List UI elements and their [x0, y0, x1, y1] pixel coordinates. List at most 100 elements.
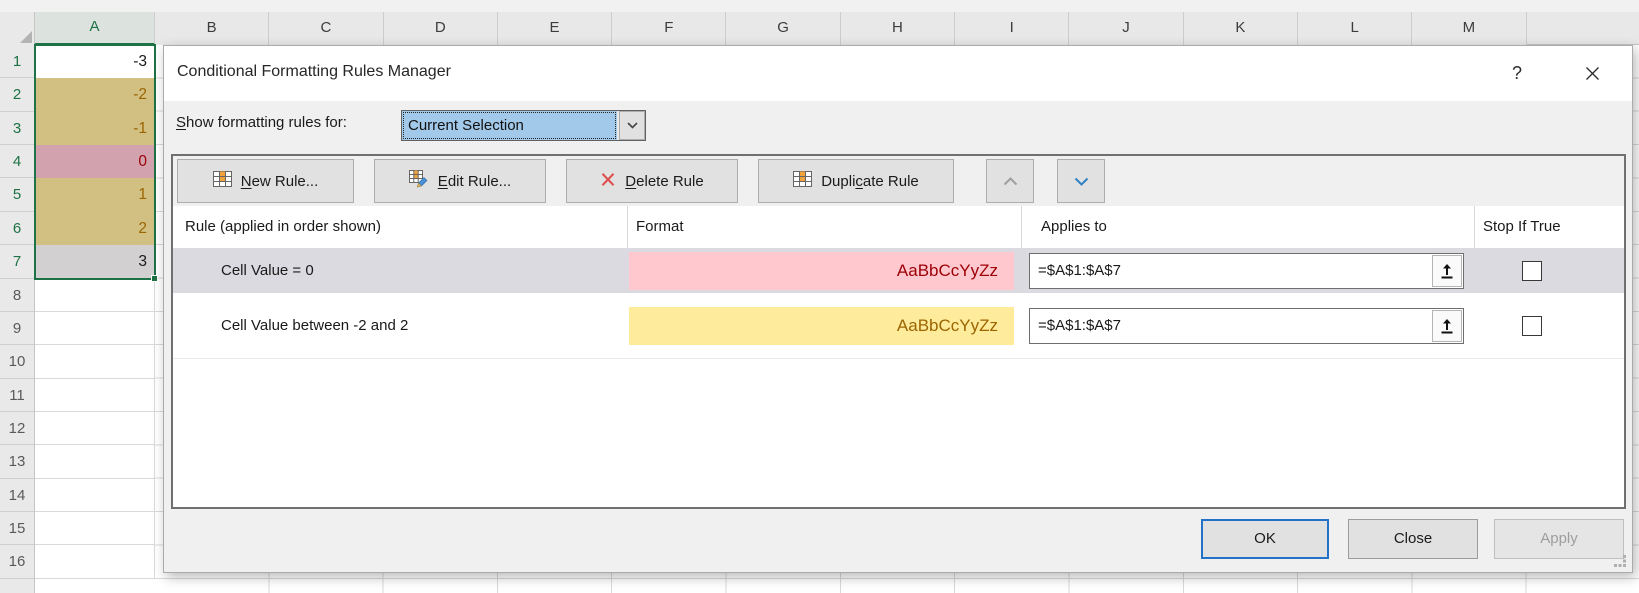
column-header-M[interactable]: M [1412, 12, 1526, 45]
cell-A15[interactable] [35, 512, 154, 545]
show-rules-for-label: Show formatting rules for: [176, 114, 347, 131]
list-header-1: Rule (applied in order shown) [173, 206, 627, 248]
delete-rule-label: Delete Rule [625, 173, 703, 190]
column-a-cells: -3-2-10123 [35, 45, 155, 579]
resize-grip[interactable] [1614, 555, 1627, 568]
cf-rules-manager-dialog: Conditional Formatting Rules Manager ? S… [163, 45, 1633, 573]
column-headers: ABCDEFGHIJKLM [0, 12, 1639, 45]
range-picker-icon[interactable] [1432, 310, 1462, 342]
column-header-H[interactable]: H [841, 12, 955, 45]
cell-A13[interactable] [35, 445, 154, 478]
row-header-16[interactable]: 16 [0, 545, 34, 578]
duplicate-rule-label: Duplicate Rule [821, 173, 919, 190]
scope-dropdown-value[interactable]: Current Selection [402, 111, 617, 140]
column-header-L[interactable]: L [1298, 12, 1412, 45]
ok-button[interactable]: OK [1201, 519, 1329, 559]
row-header-14[interactable]: 14 [0, 479, 34, 512]
cell-A2[interactable]: -2 [35, 78, 154, 111]
dialog-titlebar[interactable]: Conditional Formatting Rules Manager ? [164, 46, 1632, 101]
cell-A16[interactable] [35, 545, 154, 578]
column-header-C[interactable]: C [269, 12, 383, 45]
grid-edit-icon [409, 170, 429, 192]
column-header-F[interactable]: F [612, 12, 726, 45]
row-header-1[interactable]: 1 [0, 45, 34, 78]
cell-A4[interactable]: 0 [35, 145, 154, 178]
column-header-K[interactable]: K [1184, 12, 1298, 45]
edit-rule-button[interactable]: Edit Rule... [374, 159, 546, 203]
rule-description: Cell Value between -2 and 2 [173, 317, 627, 334]
row-header-13[interactable]: 13 [0, 445, 34, 478]
rules-list: Rule (applied in order shown)FormatAppli… [173, 206, 1624, 507]
grid-icon [793, 171, 812, 191]
row-header-11[interactable]: 11 [0, 379, 34, 412]
applies-to-input[interactable] [1029, 253, 1464, 289]
duplicate-rule-button[interactable]: Duplicate Rule [758, 159, 954, 203]
cell-A3[interactable]: -1 [35, 112, 154, 145]
cell-A7[interactable]: 3 [35, 245, 154, 278]
row-header-2[interactable]: 2 [0, 78, 34, 111]
row-headers: 12345678910111213141516 [0, 45, 35, 593]
list-header-3: Applies to [1021, 206, 1474, 248]
row-header-12[interactable]: 12 [0, 412, 34, 445]
grid-icon [213, 171, 232, 191]
chevron-down-icon[interactable] [619, 111, 645, 140]
dialog-title: Conditional Formatting Rules Manager [177, 63, 451, 81]
chevron-down-icon [1074, 173, 1089, 190]
row-header-7[interactable]: 7 [0, 245, 34, 278]
row-header-15[interactable]: 15 [0, 512, 34, 545]
column-header-D[interactable]: D [384, 12, 498, 45]
cell-A5[interactable]: 1 [35, 178, 154, 211]
help-icon[interactable]: ? [1504, 60, 1530, 86]
range-picker-icon[interactable] [1432, 255, 1462, 287]
rules-toolbar: New Rule... Edit Rule... Delete Rule Duplic… [173, 156, 1624, 206]
format-preview: AaBbCcYyZz [629, 252, 1014, 290]
column-header-A[interactable]: A [35, 12, 155, 45]
rules-list-box: New Rule... Edit Rule... Delete Rule Duplic… [171, 154, 1626, 509]
cell-A6[interactable]: 2 [35, 212, 154, 245]
rule-row[interactable]: Cell Value = 0AaBbCcYyZz [173, 248, 1624, 293]
row-header-4[interactable]: 4 [0, 145, 34, 178]
select-all-triangle [20, 31, 32, 43]
stop-if-true-checkbox[interactable] [1522, 261, 1542, 281]
formula-bar-edge [0, 0, 1639, 12]
format-preview: AaBbCcYyZz [629, 307, 1014, 345]
red-x-icon [600, 172, 616, 191]
cell-A9[interactable] [35, 312, 154, 345]
rule-row[interactable]: Cell Value between -2 and 2AaBbCcYyZz [173, 303, 1624, 348]
move-up-button[interactable] [986, 159, 1034, 203]
row-header-10[interactable]: 10 [0, 345, 34, 378]
cell-A8[interactable] [35, 279, 154, 312]
cell-A12[interactable] [35, 412, 154, 445]
applies-to-input[interactable] [1029, 308, 1464, 344]
new-rule-button[interactable]: New Rule... [177, 159, 354, 203]
delete-rule-button[interactable]: Delete Rule [566, 159, 738, 203]
cell-A10[interactable] [35, 345, 154, 378]
excel-window: ABCDEFGHIJKLM 12345678910111213141516 -3… [0, 0, 1639, 593]
row-header-3[interactable]: 3 [0, 112, 34, 145]
row-header-9[interactable]: 9 [0, 312, 34, 345]
row-header-5[interactable]: 5 [0, 178, 34, 211]
close-icon[interactable] [1578, 60, 1606, 86]
select-all-corner[interactable] [0, 12, 35, 45]
list-header-2: Format [627, 206, 1021, 248]
row-header-6[interactable]: 6 [0, 212, 34, 245]
column-header-G[interactable]: G [726, 12, 840, 45]
edit-rule-label: Edit Rule... [438, 173, 511, 190]
scope-dropdown[interactable]: Current Selection [401, 110, 646, 141]
cell-A14[interactable] [35, 479, 154, 512]
rule-description: Cell Value = 0 [173, 262, 627, 279]
cell-A1[interactable]: -3 [35, 45, 154, 78]
new-rule-label: New Rule... [241, 173, 319, 190]
column-header-I[interactable]: I [955, 12, 1069, 45]
column-header-B[interactable]: B [155, 12, 269, 45]
column-header-E[interactable]: E [498, 12, 612, 45]
chevron-up-icon [1003, 173, 1018, 190]
cell-A11[interactable] [35, 379, 154, 412]
close-button[interactable]: Close [1348, 519, 1478, 559]
move-down-button[interactable] [1057, 159, 1105, 203]
row-header-8[interactable]: 8 [0, 279, 34, 312]
apply-button[interactable]: Apply [1494, 519, 1624, 559]
column-header-J[interactable]: J [1069, 12, 1183, 45]
stop-if-true-checkbox[interactable] [1522, 316, 1542, 336]
list-header-4: Stop If True [1474, 206, 1624, 248]
